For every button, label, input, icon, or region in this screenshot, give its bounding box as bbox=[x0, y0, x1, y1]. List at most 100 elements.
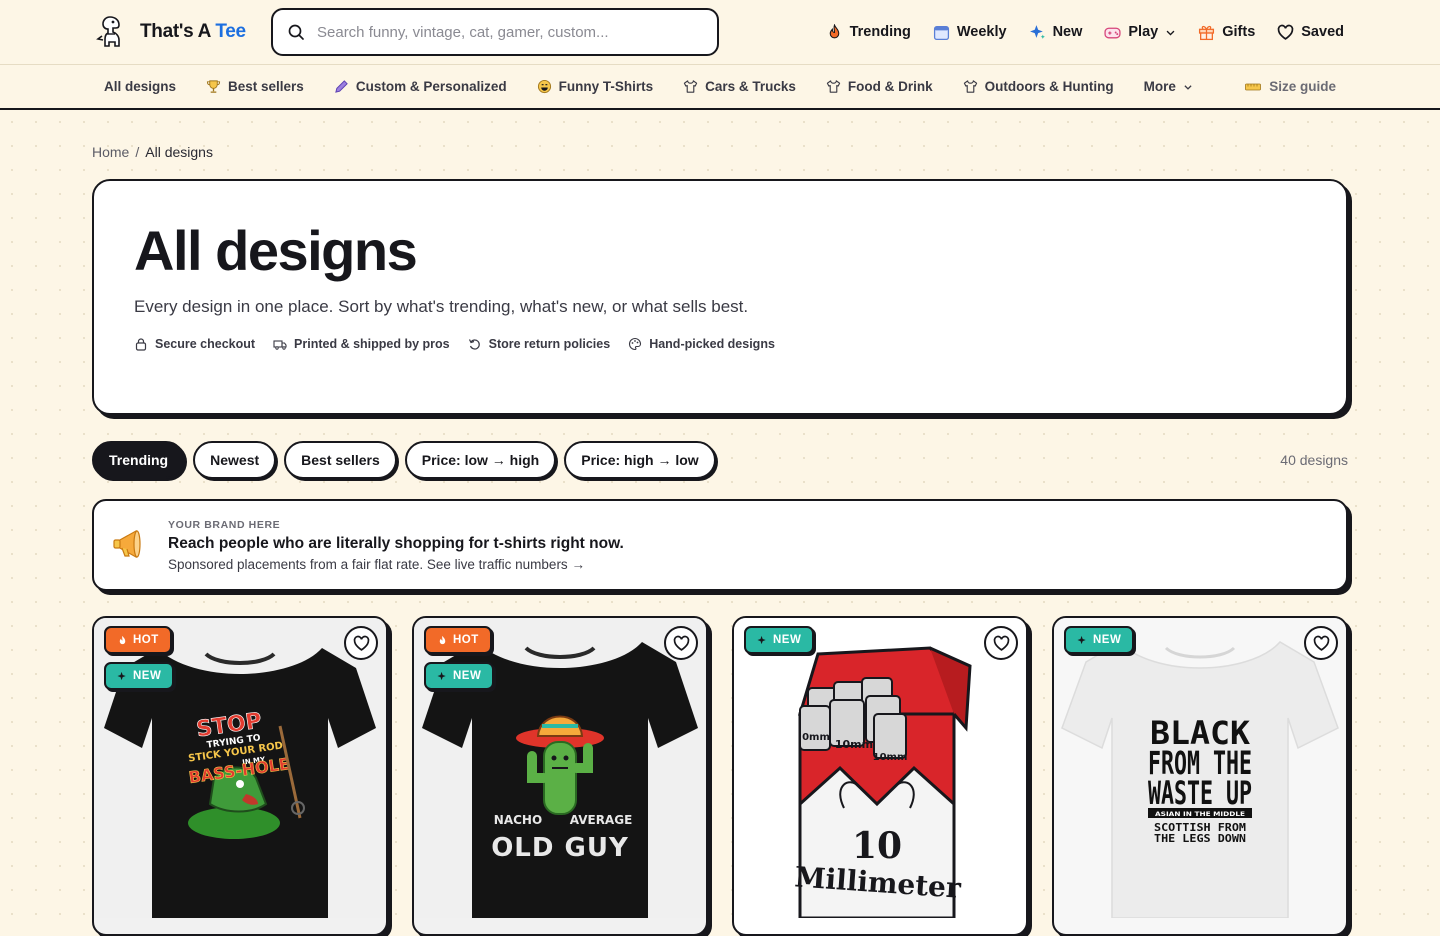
nav-saved-label: Saved bbox=[1301, 24, 1344, 40]
category-label: Funny T-Shirts bbox=[558, 79, 654, 94]
sort-best-sellers[interactable]: Best sellers bbox=[284, 441, 397, 479]
heart-icon bbox=[993, 635, 1009, 651]
product-card[interactable]: BLACK FROM THE WASTE UP ASIAN IN THE MID… bbox=[1052, 616, 1348, 936]
favorite-button[interactable] bbox=[984, 626, 1018, 660]
badge-label: HOT bbox=[453, 634, 479, 646]
search-icon bbox=[288, 24, 304, 40]
art-text: 0mm bbox=[802, 732, 830, 743]
trophy-icon bbox=[206, 80, 221, 93]
nav-saved[interactable]: Saved bbox=[1277, 24, 1344, 41]
hot-badge: HOT bbox=[424, 626, 492, 654]
heart-icon bbox=[673, 635, 689, 651]
ad-eyebrow: YOUR BRAND HERE bbox=[168, 519, 281, 531]
breadcrumb: Home / All designs bbox=[92, 144, 213, 160]
ad-headline: Reach people who are literally shopping … bbox=[168, 535, 624, 552]
trust-label: Secure checkout bbox=[155, 337, 256, 351]
nav-weekly-label: Weekly bbox=[956, 24, 1007, 40]
category-best-sellers[interactable]: Best sellers bbox=[206, 79, 304, 94]
breadcrumb-home[interactable]: Home bbox=[92, 144, 129, 160]
nav-play-label: Play bbox=[1128, 24, 1159, 40]
tshirt-icon bbox=[963, 80, 977, 93]
nav-weekly[interactable]: Weekly bbox=[933, 24, 1007, 41]
trust-badges: Secure checkout Printed & shipped by pro… bbox=[134, 337, 1306, 351]
dino-mascot-icon bbox=[96, 16, 120, 47]
category-all-designs[interactable]: All designs bbox=[104, 79, 176, 94]
art-text: ASIAN IN THE MIDDLE bbox=[1155, 811, 1245, 818]
art-text: THE LEGS DOWN bbox=[1154, 832, 1246, 845]
art-text: 10 bbox=[852, 825, 902, 867]
hero-card: All designs Every design in one place. S… bbox=[92, 179, 1348, 415]
favorite-button[interactable] bbox=[344, 626, 378, 660]
product-card[interactable]: 0mm 10mm 10mm 10 Millimeter NEW bbox=[732, 616, 1028, 936]
main-nav: Trending Weekly New Play Gifts Saved bbox=[826, 0, 1344, 64]
sort-trending[interactable]: Trending bbox=[92, 441, 186, 479]
category-cars-trucks[interactable]: Cars & Trucks bbox=[683, 79, 796, 94]
nav-gifts[interactable]: Gifts bbox=[1198, 24, 1255, 41]
sort-price-low-high[interactable]: Price: low → high bbox=[404, 441, 557, 479]
sort-options: Trending Newest Best sellers Price: low … bbox=[92, 441, 716, 479]
chevron-down-icon bbox=[1184, 84, 1192, 90]
tshirt-icon bbox=[683, 80, 698, 93]
pencil-icon bbox=[335, 80, 348, 93]
trust-secure-checkout: Secure checkout bbox=[134, 337, 255, 351]
category-label: Food & Drink bbox=[847, 79, 933, 94]
nav-trending[interactable]: Trending bbox=[826, 23, 911, 41]
category-label: All designs bbox=[104, 79, 177, 94]
category-food-drink[interactable]: Food & Drink bbox=[826, 79, 933, 94]
sparkle-icon bbox=[757, 635, 766, 644]
category-custom-personalized[interactable]: Custom & Personalized bbox=[334, 79, 507, 94]
product-image: 0mm 10mm 10mm 10 Millimeter bbox=[734, 618, 1026, 918]
new-badge: NEW bbox=[1064, 626, 1135, 654]
gamepad-icon bbox=[1104, 27, 1121, 38]
flame-icon bbox=[439, 635, 446, 644]
sponsored-banner[interactable]: YOUR BRAND HERE Reach people who are lit… bbox=[92, 499, 1348, 591]
sort-price-high-low[interactable]: Price: high → low bbox=[564, 441, 716, 479]
new-badge: NEW bbox=[744, 626, 815, 654]
trust-label: Store return policies bbox=[488, 337, 611, 351]
nav-trending-label: Trending bbox=[849, 24, 911, 40]
megaphone-icon bbox=[113, 529, 141, 559]
category-bar: All designs Best sellers Custom & Person… bbox=[0, 65, 1440, 110]
sparkle-icon bbox=[1077, 635, 1086, 644]
category-funny-tshirts[interactable]: Funny T-Shirts bbox=[537, 79, 654, 94]
sparkle-icon bbox=[437, 671, 446, 680]
brand-logo[interactable]: That's A Tee bbox=[96, 14, 246, 50]
lock-icon bbox=[135, 338, 147, 351]
art-text: OLD GUY bbox=[491, 833, 629, 863]
art-text: WASTE UP bbox=[1148, 774, 1252, 812]
art-text: 10mm bbox=[835, 738, 873, 751]
search-box[interactable] bbox=[271, 8, 719, 56]
product-image: BLACK FROM THE WASTE UP ASIAN IN THE MID… bbox=[1054, 618, 1346, 918]
new-badge: NEW bbox=[104, 662, 175, 690]
product-card[interactable]: NACHO AVERAGE OLD GUY HOT NEW bbox=[412, 616, 708, 936]
design-count: 40 designs bbox=[1280, 452, 1348, 468]
search-input[interactable] bbox=[317, 23, 697, 41]
product-card[interactable]: STOP TRYING TO STICK YOUR ROD IN MY BASS… bbox=[92, 616, 388, 936]
flame-icon bbox=[829, 23, 839, 38]
chevron-down-icon bbox=[1166, 30, 1175, 36]
trust-label: Hand-picked designs bbox=[649, 337, 775, 351]
category-more[interactable]: More bbox=[1144, 79, 1193, 94]
top-header: That's A Tee Trending Weekly New Play Gi… bbox=[0, 0, 1440, 65]
breadcrumb-current: All designs bbox=[145, 144, 213, 160]
badge-label: NEW bbox=[133, 670, 162, 682]
new-badge: NEW bbox=[424, 662, 495, 690]
tshirt-icon bbox=[826, 80, 841, 93]
category-outdoors-hunting[interactable]: Outdoors & Hunting bbox=[963, 79, 1114, 94]
hot-badge: HOT bbox=[104, 626, 172, 654]
sparkle-icon bbox=[1029, 24, 1045, 39]
badge-label: HOT bbox=[133, 634, 159, 646]
badge-label: NEW bbox=[773, 634, 802, 646]
category-label: Best sellers bbox=[228, 79, 304, 94]
favorite-button[interactable] bbox=[664, 626, 698, 660]
favorite-button[interactable] bbox=[1304, 626, 1338, 660]
nav-new[interactable]: New bbox=[1029, 24, 1083, 41]
trust-return-policies: Store return policies bbox=[468, 337, 611, 351]
page-title: All designs bbox=[134, 219, 418, 282]
sort-newest[interactable]: Newest bbox=[193, 441, 277, 479]
badge-label: NEW bbox=[1093, 634, 1122, 646]
nav-play[interactable]: Play bbox=[1104, 24, 1176, 41]
size-guide-link[interactable]: Size guide bbox=[1245, 65, 1336, 108]
nav-new-label: New bbox=[1052, 24, 1083, 40]
ad-subtext: Sponsored placements from a fair flat ra… bbox=[168, 557, 585, 572]
